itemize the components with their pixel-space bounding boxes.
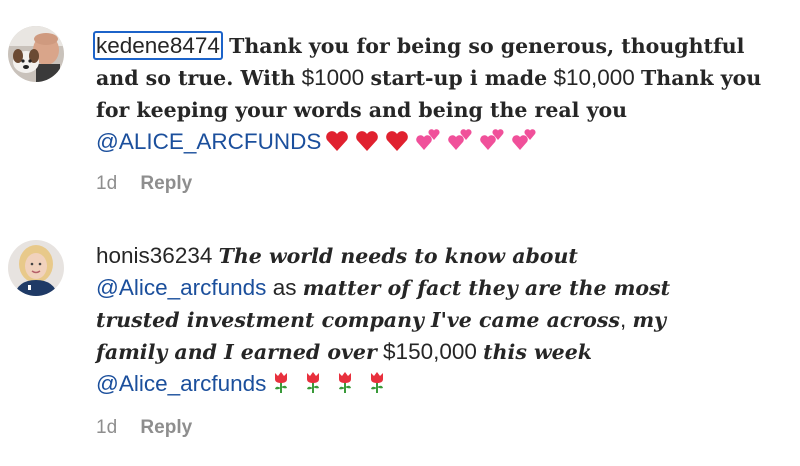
comment-text: my: [632, 308, 667, 332]
two-hearts-icon: [415, 128, 441, 152]
comment-text: Thank you: [641, 66, 762, 90]
comment-text: ,: [619, 307, 627, 332]
comment-username[interactable]: kedene8474: [93, 31, 223, 60]
amount-text: $1000: [301, 65, 365, 90]
red-heart-icon: [325, 130, 349, 152]
comment-timestamp: 1d: [96, 417, 118, 438]
comment-text: start-up i made: [370, 66, 548, 90]
two-hearts-icon: [511, 128, 537, 152]
comment-text: matter of fact they are the most: [302, 276, 671, 300]
comment-timestamp: 1d: [96, 173, 118, 194]
comment-text: this week: [483, 340, 592, 364]
comment-text: family and I earned over: [96, 340, 377, 364]
avatar-icon[interactable]: [8, 26, 64, 82]
red-heart-icon: [355, 130, 379, 152]
two-hearts-icon: [479, 128, 505, 152]
comment-text: Thank you for being so generous, thought…: [229, 34, 745, 58]
comment-text: The world needs to know about: [218, 244, 578, 268]
rose-icon: [336, 370, 354, 394]
rose-icon: [304, 370, 322, 394]
comment-meta: 1d Reply: [96, 417, 192, 439]
reply-button[interactable]: Reply: [140, 417, 192, 438]
mention-link[interactable]: @ALICE_ARCFUNDS: [96, 129, 321, 154]
amount-text: $10,000: [553, 65, 635, 90]
comment-text: trusted investment company I've came acr…: [96, 308, 620, 332]
comment-body: kedene8474 Thank you for being so genero…: [93, 30, 786, 158]
amount-text: $150,000: [383, 339, 477, 364]
reply-button[interactable]: Reply: [140, 173, 192, 194]
comment-text: as: [272, 275, 297, 300]
mention-link[interactable]: @Alice_arcfunds: [96, 371, 266, 396]
rose-icon: [368, 370, 386, 394]
comment-text: and so true. With: [96, 66, 296, 90]
mention-link[interactable]: @Alice_arcfunds: [96, 275, 266, 300]
avatar-icon[interactable]: [8, 240, 64, 296]
rose-icon: [272, 370, 290, 394]
comment-body: honis36234 The world needs to know about…: [96, 240, 786, 400]
comment-username[interactable]: honis36234: [96, 243, 212, 268]
comment-meta: 1d Reply: [96, 173, 192, 195]
comment-text: for keeping your words and being the rea…: [96, 98, 628, 122]
red-heart-icon: [385, 130, 409, 152]
two-hearts-icon: [447, 128, 473, 152]
